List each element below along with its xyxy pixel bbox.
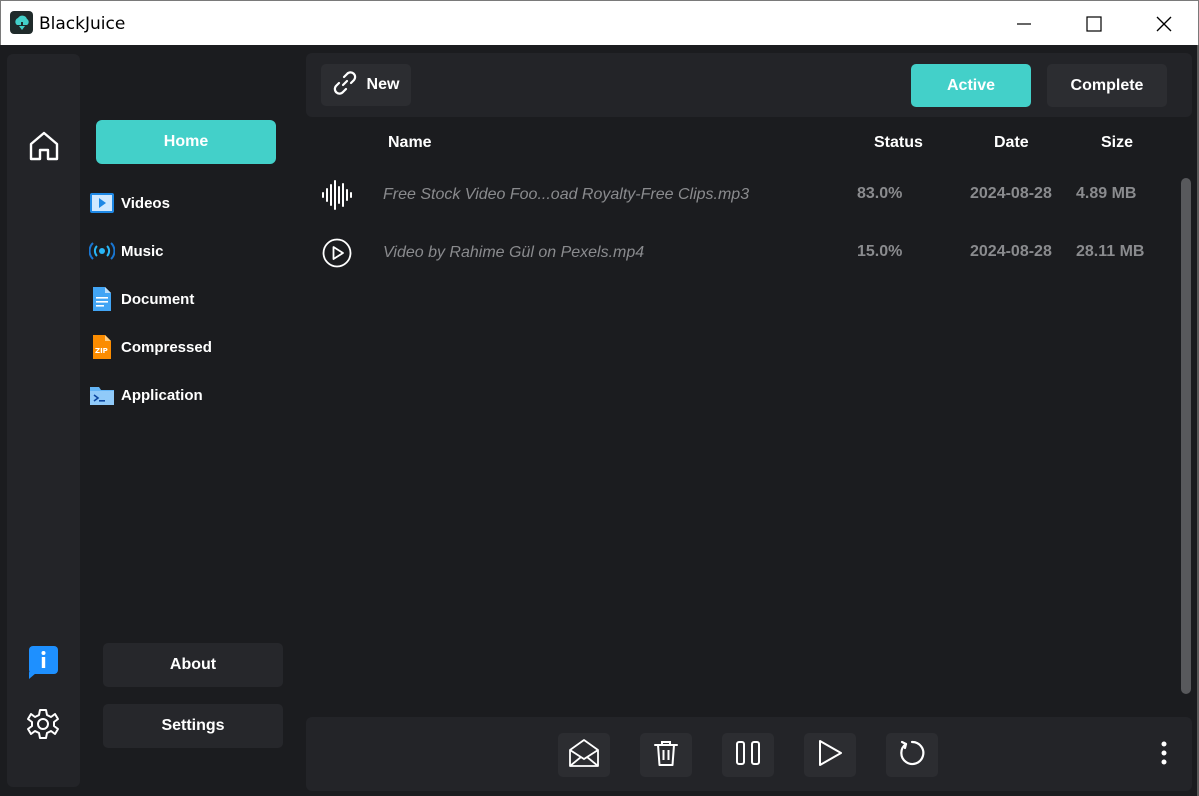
column-header-size[interactable]: Size (1101, 134, 1133, 152)
top-toolbar: New Active Complete (306, 53, 1192, 117)
about-button[interactable]: About (103, 643, 283, 687)
link-icon (333, 70, 357, 100)
bottom-action-bar (306, 717, 1192, 791)
home-icon[interactable] (26, 128, 62, 164)
settings-button[interactable]: Settings (103, 704, 283, 748)
nav-item-label: Music (121, 242, 164, 260)
file-status: 15.0% (857, 243, 903, 260)
file-status: 83.0% (857, 185, 903, 202)
more-vertical-icon (1160, 741, 1168, 770)
nav-item-label: Compressed (121, 338, 212, 356)
file-size: 4.89 MB (1076, 185, 1137, 202)
column-header-date[interactable]: Date (994, 134, 1029, 152)
more-options-button[interactable] (1154, 739, 1174, 771)
new-label: New (366, 76, 400, 93)
play-icon (817, 739, 843, 772)
close-button[interactable] (1129, 1, 1199, 46)
column-header-name[interactable]: Name (388, 134, 432, 152)
nav-item-document[interactable]: Document (89, 284, 194, 314)
title-bar: BlackJuice (0, 0, 1199, 45)
nav-item-label: Document (121, 290, 195, 308)
play-circle-icon (320, 236, 354, 270)
file-name: Free Stock Video Foo...oad Royalty-Free … (383, 186, 750, 203)
trash-icon (653, 739, 679, 772)
file-size: 28.11 MB (1076, 243, 1145, 260)
open-mail-icon (568, 738, 600, 773)
gear-icon[interactable] (25, 706, 61, 742)
open-folder-button[interactable] (558, 733, 610, 777)
nav-item-videos[interactable]: Videos (89, 188, 170, 218)
info-icon[interactable] (25, 644, 61, 680)
refresh-icon (898, 739, 926, 772)
file-name: Video by Rahime Gül on Pexels.mp4 (383, 244, 645, 261)
file-date: 2024-08-28 (970, 243, 1052, 260)
nav-item-label: Videos (121, 194, 170, 212)
nav-item-music[interactable]: Music (89, 236, 164, 266)
maximize-button[interactable] (1059, 1, 1129, 46)
svg-text:ZIP: ZIP (95, 347, 108, 355)
nav-item-label: Application (121, 386, 203, 404)
icon-rail (7, 54, 80, 787)
zip-icon: ZIP (89, 334, 115, 360)
table-row[interactable]: Video by Rahime Gül on Pexels.mp4 15.0% … (306, 228, 1168, 278)
broadcast-icon (89, 238, 115, 264)
nav-item-compressed[interactable]: ZIP Compressed (89, 332, 212, 362)
terminal-folder-icon (89, 382, 115, 408)
resume-button[interactable] (804, 733, 856, 777)
new-download-button[interactable]: New (321, 64, 411, 106)
scrollbar[interactable] (1181, 178, 1191, 694)
video-file-icon (89, 190, 115, 216)
app-logo-icon (10, 11, 33, 34)
category-panel: Home Videos Music Document ZIP Compresse… (80, 45, 297, 796)
tab-complete[interactable]: Complete (1047, 64, 1167, 107)
audio-wave-icon (320, 178, 354, 212)
file-date: 2024-08-28 (970, 185, 1052, 202)
retry-button[interactable] (886, 733, 938, 777)
delete-button[interactable] (640, 733, 692, 777)
document-icon (89, 286, 115, 312)
column-header-status[interactable]: Status (874, 134, 923, 152)
tab-active[interactable]: Active (911, 64, 1031, 107)
window-title: BlackJuice (39, 14, 126, 34)
minimize-button[interactable] (989, 1, 1059, 46)
nav-item-application[interactable]: Application (89, 380, 203, 410)
home-button[interactable]: Home (96, 120, 276, 164)
pause-button[interactable] (722, 733, 774, 777)
table-row[interactable]: Free Stock Video Foo...oad Royalty-Free … (306, 170, 1168, 220)
pause-icon (735, 740, 761, 771)
downloads-main: New Active Complete Name Status Date Siz… (297, 45, 1199, 796)
